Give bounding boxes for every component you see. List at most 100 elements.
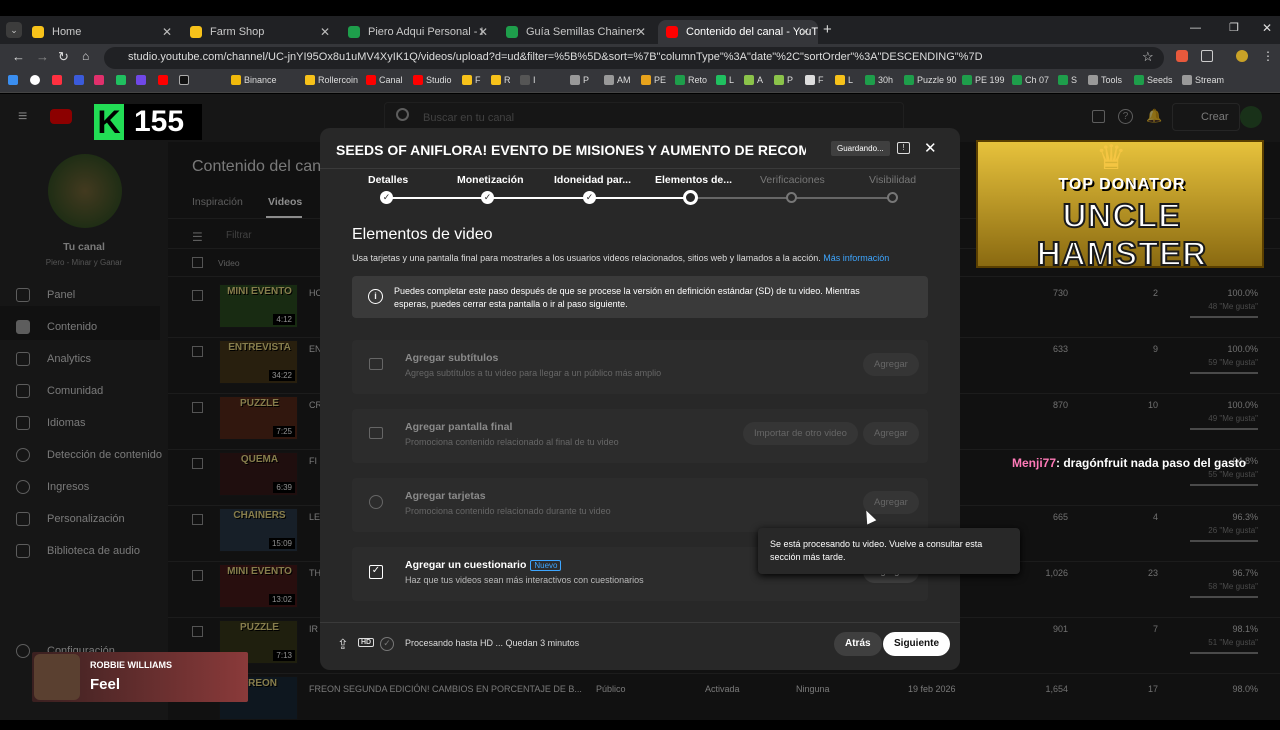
browser-tab-sheets-guide[interactable]: Guía Semillas Chainers by Piero✕: [498, 20, 654, 44]
step-detalles[interactable]: Detalles: [368, 174, 408, 186]
music-artist: ROBBIE WILLIAMS: [90, 660, 172, 670]
bookmark-icon[interactable]: [52, 75, 65, 85]
bookmark-p[interactable]: P: [774, 75, 793, 85]
close-icon[interactable]: ✕: [636, 25, 646, 39]
minimize-icon[interactable]: —: [1190, 22, 1201, 34]
bookmark-label: AM: [617, 75, 631, 85]
extension-icon[interactable]: [1176, 50, 1188, 62]
extensions-puzzle-icon[interactable]: [1201, 50, 1213, 62]
bookmark-f2[interactable]: F: [805, 75, 824, 85]
bookmark-30h[interactable]: 30h: [865, 75, 893, 85]
bookmark-folder-tools[interactable]: Tools: [1088, 75, 1122, 85]
browser-tab-sheets-personal[interactable]: Piero Adqui Personal - Hojas de✕: [340, 20, 496, 44]
reload-icon[interactable]: ↻: [58, 49, 69, 65]
bookmark-icon[interactable]: [30, 75, 43, 85]
bookmark-reto[interactable]: Reto: [675, 75, 707, 85]
bookmark-folder-p[interactable]: P: [570, 75, 589, 85]
bookmark-icon[interactable]: [8, 75, 21, 85]
top-donator-banner: ♛ TOP DONATOR UNCLE HAMSTER: [976, 139, 1264, 273]
tab-label: Guía Semillas Chainers by Piero: [526, 26, 638, 38]
step-check-icon: ✓: [380, 191, 393, 204]
url-field[interactable]: studio.youtube.com/channel/UC-jnYI95Ox8u…: [104, 47, 1164, 69]
bookmark-icon[interactable]: [179, 75, 192, 85]
step-monetizacion[interactable]: Monetización: [457, 174, 524, 186]
bookmark-a[interactable]: A: [744, 75, 763, 85]
close-icon[interactable]: ✕: [478, 25, 488, 39]
add-end-screen-button[interactable]: Agregar: [863, 422, 919, 445]
home-icon[interactable]: ⌂: [82, 49, 89, 63]
bookmark-studio[interactable]: Studio: [413, 75, 452, 85]
bookmark-label: F: [475, 75, 481, 85]
bookmark-s[interactable]: S: [1058, 75, 1077, 85]
bookmark-icon[interactable]: [116, 75, 129, 85]
browser-tab-home[interactable]: Home ✕: [24, 20, 180, 44]
bookmark-am[interactable]: AM: [604, 75, 631, 85]
bookmark-label: Seeds: [1147, 75, 1173, 85]
card-title: Agregar un cuestionario: [405, 559, 527, 571]
bookmark-pe199[interactable]: PE 199: [962, 75, 1005, 85]
browser-tabstrip: ⌄ Home ✕ Farm Shop ✕ Piero Adqui Personal …: [0, 16, 1280, 44]
back-button[interactable]: Atrás: [834, 632, 882, 656]
close-icon[interactable]: ✕: [320, 25, 330, 39]
back-arrow-icon[interactable]: ←: [12, 49, 25, 64]
card-title: Agregar tarjetas: [405, 490, 486, 502]
music-song: Feel: [90, 676, 121, 693]
close-icon[interactable]: ✕: [162, 25, 172, 39]
step-current-icon: [683, 190, 698, 205]
restore-icon[interactable]: ❐: [1229, 21, 1239, 34]
bookmark-l[interactable]: L: [716, 75, 734, 85]
import-from-video-button[interactable]: Importar de otro video: [743, 422, 858, 445]
bookmark-canal[interactable]: Canal: [366, 75, 403, 85]
browser-tab-farm-shop[interactable]: Farm Shop ✕: [182, 20, 338, 44]
forward-arrow-icon[interactable]: →: [36, 49, 49, 64]
more-info-link[interactable]: Más información: [823, 253, 889, 263]
window-close-icon[interactable]: ✕: [1262, 21, 1272, 35]
tab-label: Contenido del canal - YouTube: [686, 26, 818, 38]
end-screen-card: Agregar pantalla final Promociona conten…: [352, 409, 928, 463]
bookmark-puzzle90[interactable]: Puzzle 90: [904, 75, 957, 85]
new-tab-plus-icon[interactable]: +: [823, 21, 832, 38]
dialog-header-divider: [320, 168, 960, 169]
step-elementos[interactable]: Elementos de...: [655, 174, 732, 186]
bookmark-seeds[interactable]: Seeds: [1134, 75, 1173, 85]
browser-tab-youtube-studio[interactable]: Contenido del canal - YouTube✕: [658, 20, 818, 44]
step-idoneidad[interactable]: Idoneidad par...: [554, 174, 631, 186]
bookmark-folder-stream[interactable]: Stream: [1182, 75, 1224, 85]
bookmark-r[interactable]: R: [491, 75, 511, 85]
top-black-bar: [0, 0, 1280, 16]
bookmark-label: PE 199: [975, 75, 1005, 85]
bookmark-l2[interactable]: L: [835, 75, 853, 85]
bookmark-label: 30h: [878, 75, 894, 85]
bookmark-f[interactable]: F: [462, 75, 481, 85]
tab-search-icon[interactable]: ⌄: [6, 22, 22, 38]
close-icon[interactable]: ✕: [924, 139, 937, 157]
bookmark-label: P: [583, 75, 590, 85]
bookmark-icon[interactable]: [74, 75, 87, 85]
step-visibilidad: Visibilidad: [869, 174, 917, 186]
bookmark-icon[interactable]: [94, 75, 107, 85]
address-bar-row: ← → ↻ ⌂ studio.youtube.com/channel/UC-jn…: [0, 44, 1280, 72]
profile-icon[interactable]: [1236, 50, 1248, 62]
processing-status: Procesando hasta HD ... Quedan 3 minutos: [405, 638, 580, 648]
bookmark-icon[interactable]: [136, 75, 149, 85]
bookmark-rollercoin[interactable]: Rollercoin: [305, 75, 358, 85]
feedback-icon[interactable]: !: [897, 142, 910, 154]
close-icon[interactable]: ✕: [800, 25, 810, 39]
bookmark-label: Canal: [379, 75, 403, 85]
stepper-progress-line: [387, 197, 691, 199]
bookmark-label: Reto: [688, 75, 708, 85]
bookmark-label: Ch 07: [1025, 75, 1050, 85]
cards-card: Agregar tarjetas Promociona contenido re…: [352, 478, 928, 532]
bookmark-i[interactable]: I: [520, 75, 536, 85]
bookmark-icon[interactable]: [158, 75, 171, 85]
bookmark-label: L: [848, 75, 854, 85]
bookmark-binance[interactable]: Binance: [231, 75, 277, 85]
add-subtitles-button[interactable]: Agregar: [863, 353, 919, 376]
browser-menu-icon[interactable]: ⋮: [1262, 49, 1274, 63]
next-button[interactable]: Siguiente: [883, 632, 951, 656]
chat-text: : dragónfruit nada paso del gasto: [1056, 456, 1247, 470]
bookmark-ch07[interactable]: Ch 07: [1012, 75, 1049, 85]
bookmark-star-icon[interactable]: ☆: [1142, 49, 1154, 65]
bookmark-label: Puzzle 90: [917, 75, 957, 85]
bookmark-pe[interactable]: PE: [641, 75, 666, 85]
